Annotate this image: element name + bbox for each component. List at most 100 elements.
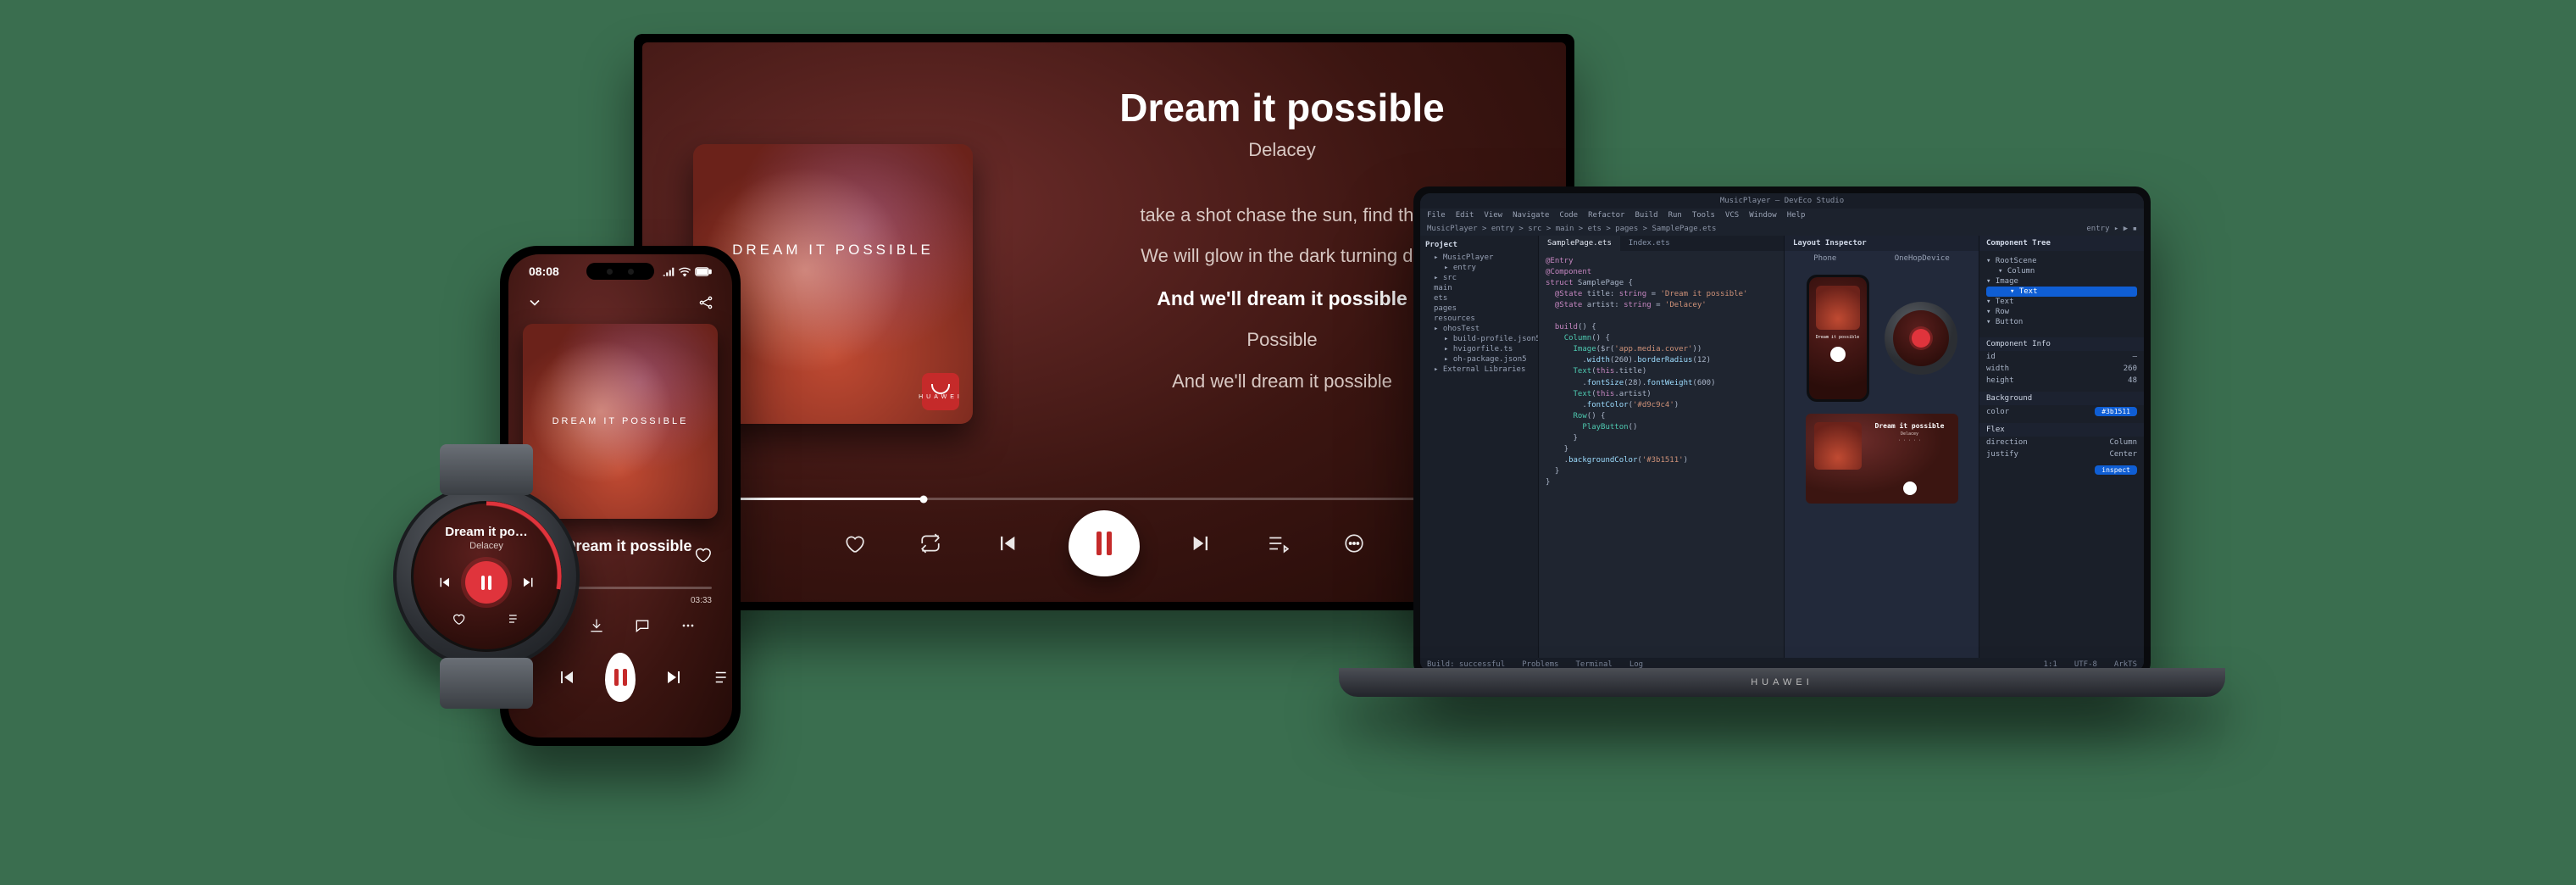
project-tree-item[interactable]: ▸ oh-package.json5: [1425, 354, 1533, 365]
component-tree-item[interactable]: ▾ Image: [1986, 276, 2137, 287]
menu-item[interactable]: Window: [1749, 211, 1777, 220]
panel-header: Layout Inspector: [1785, 236, 1979, 251]
ide-inspector-panel: Component Tree ▾ RootScene▾ Column▾ Imag…: [1979, 236, 2144, 658]
tv-progress-bar[interactable]: [693, 498, 1515, 500]
phone-song-title: Dream it possible: [564, 537, 691, 555]
menu-item[interactable]: Help: [1787, 211, 1806, 220]
comment-icon[interactable]: [634, 617, 652, 636]
project-tree-item[interactable]: ▸ ohosTest: [1425, 324, 1533, 334]
preview-device[interactable]: Phone: [1813, 254, 1836, 263]
menu-item[interactable]: Run: [1668, 211, 1682, 220]
previous-icon[interactable]: [992, 529, 1021, 558]
huawei-logo: HUAWEI: [922, 373, 959, 410]
ide-editor: SamplePage.ets Index.ets @Entry @Compone…: [1539, 236, 1785, 658]
menu-item[interactable]: Code: [1559, 211, 1578, 220]
component-tree-item[interactable]: ▾ RootScene: [1986, 256, 2137, 266]
laptop-device: MusicPlayer — DevEco Studio File Edit Vi…: [1413, 186, 2151, 678]
tv-song-title: Dream it possible: [1015, 85, 1549, 131]
breadcrumb[interactable]: MusicPlayer > entry > src > main > ets >…: [1427, 225, 1716, 233]
project-tree-item[interactable]: ▸ src: [1425, 273, 1533, 283]
ide-titlebar: MusicPlayer — DevEco Studio: [1420, 193, 2144, 209]
watch-progress-ring: [411, 501, 562, 652]
watch-band: [440, 658, 533, 709]
project-tree-item[interactable]: main: [1425, 283, 1533, 293]
project-tree-item[interactable]: pages: [1425, 303, 1533, 314]
inspect-chip[interactable]: inspect: [2095, 465, 2137, 475]
wifi-icon: [678, 266, 691, 276]
component-tree-item[interactable]: ▾ Text: [1986, 287, 2137, 297]
playlist-icon[interactable]: [713, 668, 732, 687]
share-icon[interactable]: [697, 293, 715, 312]
phone-main-controls: [508, 653, 732, 702]
project-tree-item[interactable]: ets: [1425, 293, 1533, 303]
phone-top-bar: [508, 288, 732, 317]
album-title-overlay: DREAM IT POSSIBLE: [732, 242, 934, 259]
next-icon[interactable]: [664, 667, 685, 687]
phone-status-icons: [663, 266, 712, 276]
next-icon[interactable]: [1187, 529, 1216, 558]
preview-device[interactable]: OneHopDevice: [1895, 254, 1950, 263]
more-icon[interactable]: [1340, 529, 1368, 558]
phone-screen: 08:08 DREAM IT POSSIBLE Hi-Res Dream it …: [508, 254, 732, 738]
time-total: 03:33: [691, 596, 712, 605]
preview-phone[interactable]: Dream it possible: [1807, 275, 1869, 402]
component-tree-item[interactable]: ▾ Button: [1986, 317, 2137, 327]
menu-item[interactable]: View: [1484, 211, 1502, 220]
panel-header: Component Tree: [1979, 236, 2144, 251]
ide-menubar: File Edit View Navigate Code Refactor Bu…: [1420, 209, 2144, 222]
signal-icon: [663, 266, 675, 276]
heart-icon[interactable]: [840, 529, 869, 558]
project-tree-item[interactable]: ▸ MusicPlayer: [1425, 253, 1533, 263]
section-header: Background: [1979, 392, 2144, 405]
section-header: Flex: [1979, 423, 2144, 437]
play-pause-button[interactable]: [605, 653, 636, 702]
ide-preview-panel: Layout Inspector Phone OneHopDevice Drea…: [1785, 236, 1979, 658]
ide-body: Project ▸ MusicPlayer▸ entry▸ srcmainets…: [1420, 236, 2144, 658]
menu-item[interactable]: VCS: [1725, 211, 1739, 220]
watch-device: Dream it po… Delacey: [393, 483, 580, 670]
ide-project-panel: Project ▸ MusicPlayer▸ entry▸ srcmainets…: [1420, 236, 1539, 658]
ide-toolbar: MusicPlayer > entry > src > main > ets >…: [1420, 222, 2144, 236]
project-tree-item[interactable]: ▸ build-profile.json5: [1425, 334, 1533, 344]
project-tree-item[interactable]: resources: [1425, 314, 1533, 324]
section-header: Component Info: [1979, 337, 2144, 351]
more-icon[interactable]: [680, 617, 698, 636]
laptop-base: HUAWEI: [1339, 668, 2225, 697]
pause-icon: [614, 669, 627, 686]
watch-face: Dream it po… Delacey: [411, 501, 562, 652]
playlist-icon[interactable]: [1263, 529, 1292, 558]
pause-icon: [1096, 532, 1112, 555]
component-tree[interactable]: ▾ RootScene▾ Column▾ Image▾ Text▾ Text▾ …: [1979, 251, 2144, 332]
editor-tab[interactable]: Index.ets: [1620, 236, 1679, 251]
loop-icon[interactable]: [916, 529, 945, 558]
previous-icon[interactable]: [556, 667, 576, 687]
preview-device-tabs: Phone OneHopDevice: [1785, 251, 1979, 266]
project-tree-item[interactable]: ▸ External Libraries: [1425, 365, 1533, 375]
component-tree-item[interactable]: ▾ Column: [1986, 266, 2137, 276]
project-tree-item[interactable]: ▸ entry: [1425, 263, 1533, 273]
menu-item[interactable]: Refactor: [1588, 211, 1624, 220]
preview-watch[interactable]: [1885, 302, 1957, 375]
download-icon[interactable]: [588, 617, 607, 636]
project-tree-item[interactable]: ▸ hvigorfile.ts: [1425, 344, 1533, 354]
component-tree-item[interactable]: ▾ Row: [1986, 307, 2137, 317]
menu-item[interactable]: Build: [1635, 211, 1657, 220]
panel-header: Project: [1425, 241, 1533, 249]
menu-item[interactable]: File: [1427, 211, 1446, 220]
watch-band: [440, 444, 533, 495]
heart-icon[interactable]: [693, 545, 712, 564]
component-tree-item[interactable]: ▾ Text: [1986, 297, 2137, 307]
album-title-overlay: DREAM IT POSSIBLE: [552, 416, 689, 426]
menu-item[interactable]: Tools: [1692, 211, 1715, 220]
menu-item[interactable]: Edit: [1456, 211, 1474, 220]
phone-device: 08:08 DREAM IT POSSIBLE Hi-Res Dream it …: [500, 246, 741, 746]
run-controls[interactable]: entry ▸ ▶ ▪: [2086, 225, 2137, 233]
phone-album-art: DREAM IT POSSIBLE: [523, 324, 718, 519]
preview-tv[interactable]: Dream it possible Delacey · · · · ·: [1806, 414, 1958, 504]
play-pause-button[interactable]: [1069, 510, 1140, 576]
editor-tab[interactable]: SamplePage.ets: [1539, 236, 1620, 251]
code-editor[interactable]: @Entry @Component struct SamplePage { @S…: [1539, 251, 1784, 493]
chevron-down-icon[interactable]: [525, 293, 544, 312]
preview-stage: Dream it possible Dream it possible Dela…: [1785, 266, 1979, 658]
menu-item[interactable]: Navigate: [1513, 211, 1549, 220]
